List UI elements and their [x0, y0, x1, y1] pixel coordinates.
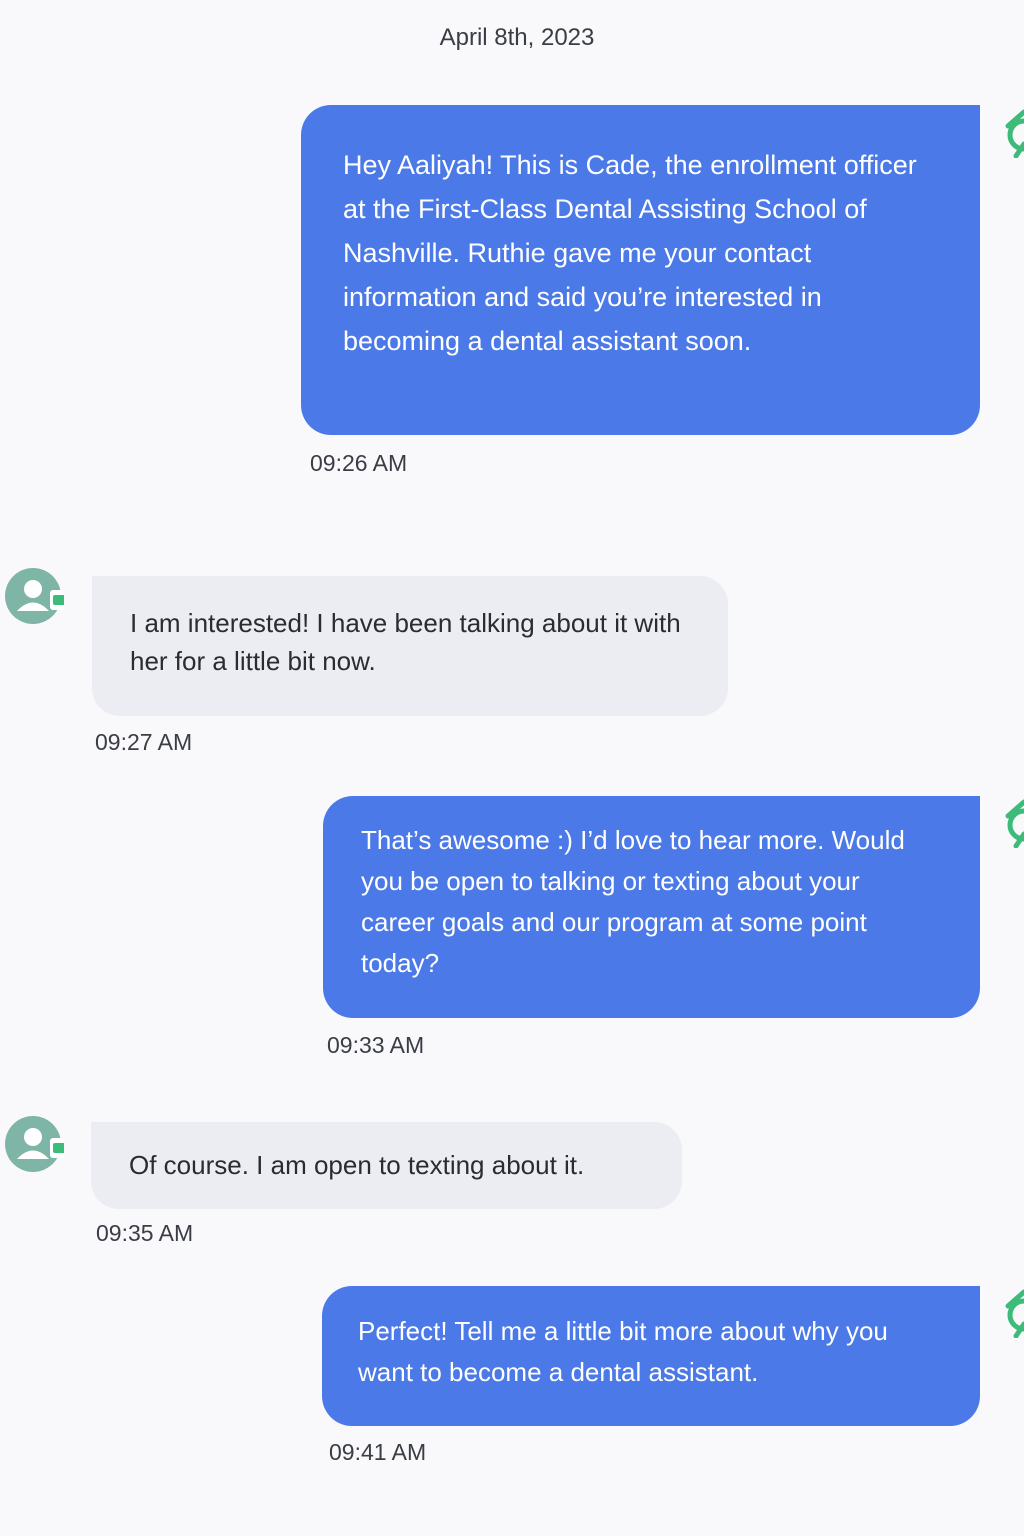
- message-text: Hey Aaliyah! This is Cade, the enrollmen…: [343, 150, 917, 356]
- message-timestamp: 09:26 AM: [310, 450, 408, 476]
- message-text: I am interested! I have been talking abo…: [130, 608, 681, 676]
- message-bubble-outgoing[interactable]: Perfect! Tell me a little bit more about…: [322, 1286, 980, 1426]
- message-bubble-outgoing[interactable]: Hey Aaliyah! This is Cade, the enrollmen…: [301, 105, 980, 435]
- conversation-view: April 8th, 2023 Hey Aaliyah! This is Cad…: [0, 0, 1024, 1536]
- message-bubble-incoming[interactable]: Of course. I am open to texting about it…: [91, 1122, 682, 1209]
- sender-status-icon: [1005, 109, 1024, 158]
- contact-avatar-icon: [5, 1116, 64, 1172]
- contact-avatar-icon: [5, 568, 64, 624]
- message-bubble-outgoing[interactable]: That’s awesome :) I’d love to hear more.…: [323, 796, 980, 1018]
- message-timestamp: 09:41 AM: [329, 1439, 427, 1465]
- message-text: That’s awesome :) I’d love to hear more.…: [361, 825, 905, 978]
- message-timestamp: 09:27 AM: [95, 729, 193, 755]
- message-text: Of course. I am open to texting about it…: [129, 1150, 585, 1180]
- conversation-date: April 8th, 2023: [439, 24, 595, 51]
- message-bubble-incoming[interactable]: I am interested! I have been talking abo…: [92, 576, 728, 716]
- sender-status-icon: [1005, 1289, 1024, 1338]
- message-timestamp: 09:33 AM: [327, 1032, 425, 1058]
- message-text: Perfect! Tell me a little bit more about…: [358, 1316, 888, 1387]
- sender-status-icon: [1005, 799, 1024, 848]
- message-timestamp: 09:35 AM: [96, 1220, 194, 1246]
